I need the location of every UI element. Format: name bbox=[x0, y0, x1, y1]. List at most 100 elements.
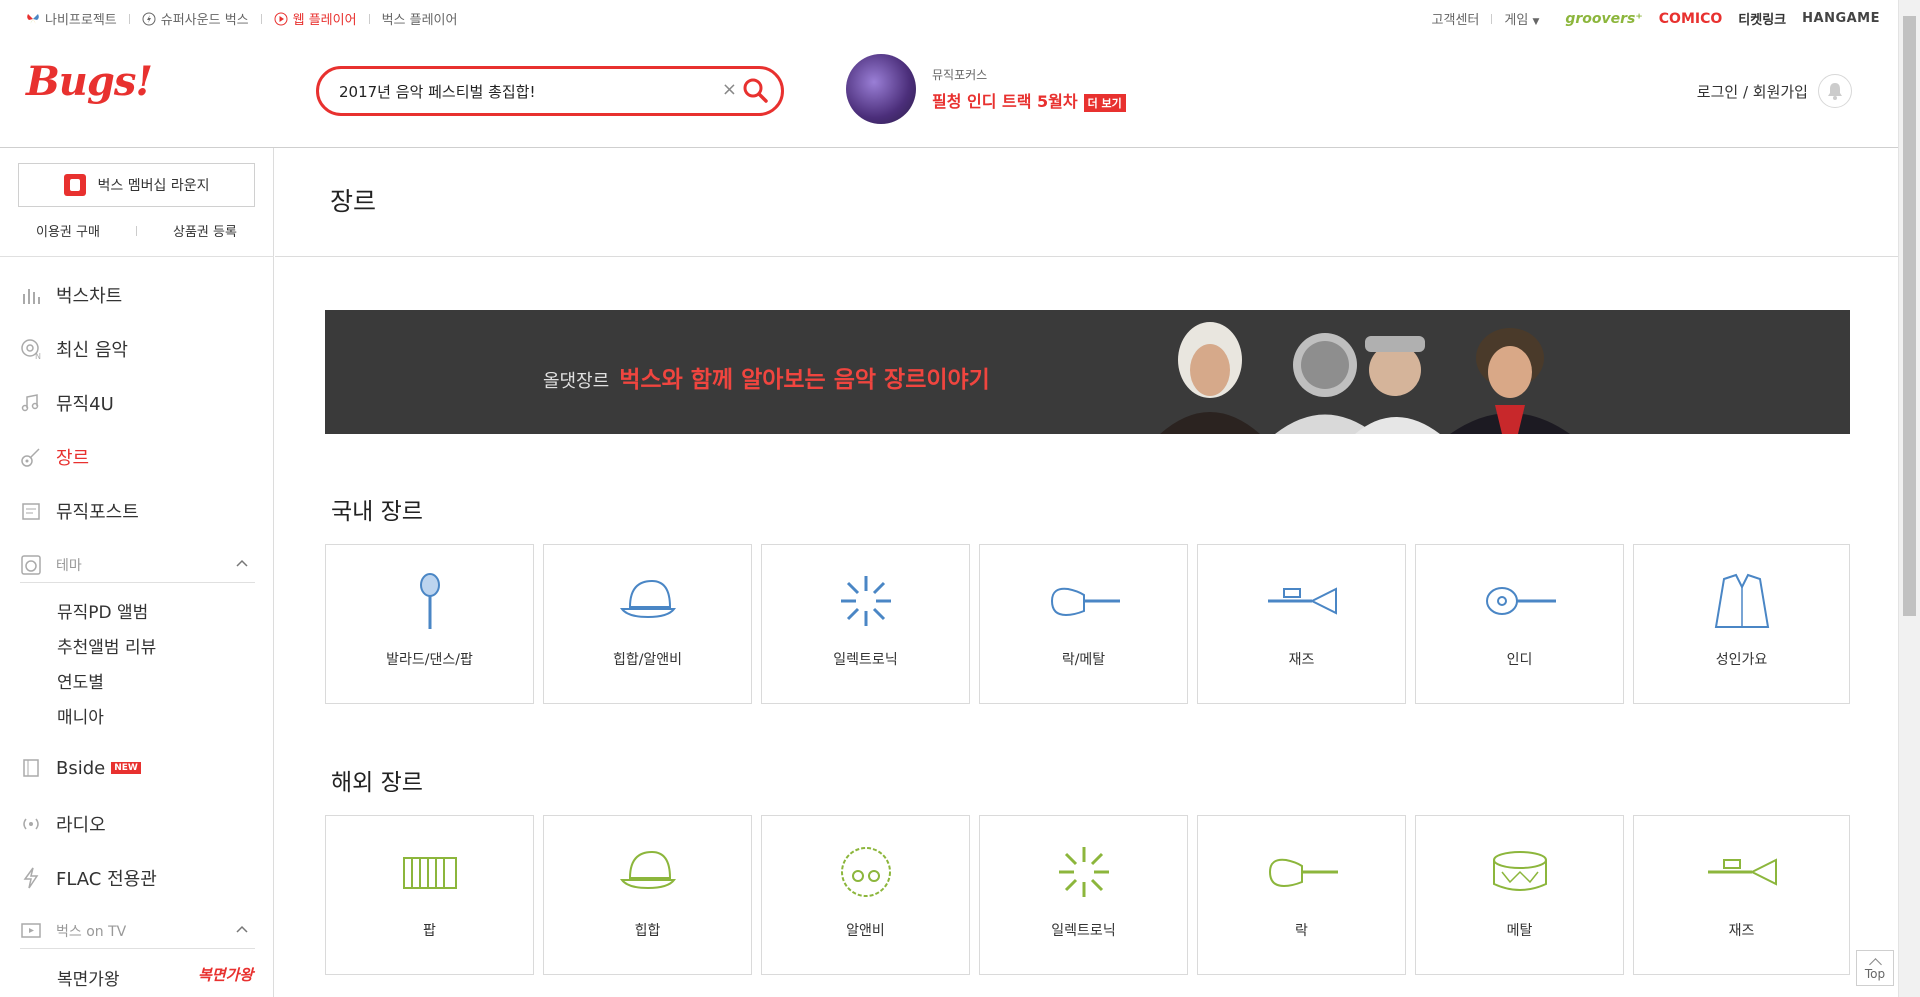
genre-card-electronic[interactable]: 일렉트로닉 bbox=[761, 544, 970, 704]
genre-card-jazz-intl[interactable]: 재즈 bbox=[1633, 815, 1850, 975]
cap-icon bbox=[619, 850, 676, 890]
tv-icon bbox=[20, 920, 42, 942]
music-note-icon bbox=[20, 392, 42, 414]
genre-card-adult-contemporary[interactable]: 성인가요 bbox=[1633, 544, 1850, 704]
genre-label: 인디 bbox=[1506, 652, 1533, 668]
scrollbar-thumb[interactable] bbox=[1903, 16, 1916, 616]
more-badge[interactable]: 더 보기 bbox=[1083, 93, 1126, 112]
music-focus-promo[interactable]: 뮤직포커스 필청 인디 트랙 5월차 더 보기 bbox=[846, 54, 1126, 124]
tv-item-masked-singer[interactable]: 복면가왕 bbox=[57, 965, 120, 990]
genre-card-indie[interactable]: 인디 bbox=[1415, 544, 1624, 704]
electric-guitar-icon bbox=[1050, 587, 1120, 617]
chevron-up-icon[interactable] bbox=[235, 556, 249, 570]
genre-label: 힙합/알앤비 bbox=[612, 652, 683, 668]
masked-singer-logo: 복면가왕 bbox=[198, 966, 254, 984]
all-that-genre-banner[interactable]: 올댓장르 벅스와 함께 알아보는 음악 장르이야기 bbox=[325, 310, 1850, 434]
search-icon[interactable] bbox=[741, 76, 769, 104]
membership-icon bbox=[63, 174, 86, 196]
chevron-up-icon[interactable] bbox=[235, 922, 249, 936]
link-label: 벅스 플레이어 bbox=[381, 13, 458, 28]
genre-card-metal[interactable]: 메탈 bbox=[1415, 815, 1624, 975]
theme-item-music-pd[interactable]: 뮤직PD 앨범 bbox=[57, 598, 148, 623]
sidebar-item-label: 뮤직포스트 bbox=[56, 502, 139, 523]
drum-icon bbox=[1492, 851, 1547, 891]
bar-chart-icon bbox=[20, 284, 42, 306]
acoustic-guitar-icon bbox=[1485, 587, 1556, 615]
promo-category: 뮤직포커스 bbox=[932, 68, 988, 82]
sidebar-item-music-post[interactable]: 뮤직포스트 bbox=[20, 498, 139, 524]
cap-icon bbox=[619, 579, 676, 619]
theme-item-album-review[interactable]: 추천앨범 리뷰 bbox=[57, 633, 156, 658]
new-music-icon: N bbox=[20, 338, 42, 360]
search-box: × bbox=[316, 66, 784, 116]
sidebar-item-genre[interactable]: 장르 bbox=[20, 444, 89, 470]
play-circle-icon bbox=[274, 12, 288, 25]
burst-icon bbox=[1058, 847, 1109, 897]
genre-label: 팝 bbox=[423, 923, 436, 939]
radio-icon bbox=[20, 813, 42, 835]
login-link[interactable]: 로그인 / 회원가입 bbox=[1697, 81, 1808, 102]
sidebar-item-label: 장르 bbox=[56, 448, 90, 469]
genre-card-jazz[interactable]: 재즈 bbox=[1197, 544, 1406, 704]
hangame-link[interactable]: HANGAME bbox=[1802, 11, 1880, 26]
login-area: 로그인 / 회원가입 bbox=[1697, 74, 1852, 108]
tv-group-header[interactable]: 벅스 on TV bbox=[20, 920, 255, 949]
left-sidebar: 벅스 멤버십 라운지 이용권 구매 상품권 등록 벅스차트 N 최신 음악 뮤직… bbox=[0, 148, 274, 997]
register-voucher-link[interactable]: 상품권 등록 bbox=[173, 221, 237, 240]
link-super-sound[interactable]: 슈퍼사운드 벅스 bbox=[142, 9, 249, 28]
vertical-scrollbar[interactable] bbox=[1898, 0, 1920, 997]
link-nabi-project[interactable]: 나비프로젝트 bbox=[26, 9, 117, 28]
keyboard-icon bbox=[402, 857, 457, 889]
banner-text: 올댓장르 벅스와 함께 알아보는 음악 장르이야기 bbox=[543, 360, 990, 394]
trumpet-icon bbox=[1267, 587, 1337, 615]
sidebar-item-bside[interactable]: Bside NEW bbox=[20, 757, 141, 779]
sidebar-item-radio[interactable]: 라디오 bbox=[20, 811, 106, 837]
scroll-top-button[interactable]: Top bbox=[1856, 950, 1894, 986]
sidebar-item-music4u[interactable]: 뮤직4U bbox=[20, 390, 114, 416]
promo-title: 필청 인디 트랙 5월차 더 보기 bbox=[932, 88, 1126, 112]
ticketlink-link[interactable]: 티켓링크 bbox=[1738, 9, 1786, 28]
genre-card-rnb[interactable]: 알앤비 bbox=[761, 815, 970, 975]
svg-text:N: N bbox=[35, 352, 41, 360]
sidebar-item-new-music[interactable]: N 최신 음악 bbox=[20, 336, 128, 362]
search-input[interactable] bbox=[337, 78, 707, 104]
sidebar-item-bugs-chart[interactable]: 벅스차트 bbox=[20, 282, 122, 308]
guitar-icon bbox=[20, 446, 42, 468]
banner-kicker: 올댓장르 bbox=[543, 371, 610, 392]
lightning-circle-icon bbox=[142, 12, 156, 25]
genre-card-rock[interactable]: 락 bbox=[1197, 815, 1406, 975]
banner-headline: 벅스와 함께 알아보는 음악 장르이야기 bbox=[619, 367, 990, 393]
theme-group-header[interactable]: 테마 bbox=[20, 554, 255, 583]
membership-actions: 이용권 구매 상품권 등록 bbox=[18, 221, 255, 240]
divider bbox=[1491, 13, 1493, 24]
link-bugs-player[interactable]: 벅스 플레이어 bbox=[382, 9, 458, 28]
link-web-player[interactable]: 웹 플레이어 bbox=[274, 9, 357, 28]
help-center-link[interactable]: 고객센터 bbox=[1432, 9, 1480, 28]
top-utility-bar: 나비프로젝트 슈퍼사운드 벅스 웹 플레이어 벅스 플레이어 고객센터 게임 ▼… bbox=[0, 0, 1898, 36]
genre-label: 일렉트로닉 bbox=[833, 652, 898, 668]
sidebar-item-flac[interactable]: FLAC 전용관 bbox=[20, 865, 157, 891]
tv-group-label: 벅스 on TV bbox=[56, 924, 127, 940]
partner-links: 고객센터 게임 ▼ groovers⁺ COMICO 티켓링크 HANGAME bbox=[1432, 9, 1880, 29]
groovers-link[interactable]: groovers⁺ bbox=[1565, 11, 1642, 27]
bugs-logo[interactable]: Bugs! bbox=[26, 58, 153, 105]
bell-icon[interactable] bbox=[1818, 74, 1852, 108]
genre-card-electronic-intl[interactable]: 일렉트로닉 bbox=[979, 815, 1188, 975]
genre-card-rock-metal[interactable]: 락/메탈 bbox=[979, 544, 1188, 704]
clear-icon[interactable]: × bbox=[722, 79, 737, 100]
butterfly-icon bbox=[27, 13, 39, 24]
genre-label: 락/메탈 bbox=[1061, 652, 1106, 668]
genre-card-hiphop[interactable]: 힙합 bbox=[543, 815, 752, 975]
genre-card-pop[interactable]: 팝 bbox=[325, 815, 534, 975]
theme-item-mania[interactable]: 매니아 bbox=[57, 703, 104, 728]
sidebar-item-label: 라디오 bbox=[56, 815, 106, 836]
game-menu[interactable]: 게임 ▼ bbox=[1504, 9, 1539, 28]
trumpet-icon bbox=[1707, 858, 1777, 886]
comico-link[interactable]: COMICO bbox=[1659, 11, 1723, 27]
theme-item-by-year[interactable]: 연도별 bbox=[57, 668, 104, 693]
buy-pass-link[interactable]: 이용권 구매 bbox=[36, 221, 100, 240]
burst-icon bbox=[840, 576, 891, 626]
genre-card-ballad-dance-pop[interactable]: 발라드/댄스/팝 bbox=[325, 544, 534, 704]
membership-lounge-button[interactable]: 벅스 멤버십 라운지 bbox=[18, 163, 255, 207]
genre-card-hiphop-rnb[interactable]: 힙합/알앤비 bbox=[543, 544, 752, 704]
